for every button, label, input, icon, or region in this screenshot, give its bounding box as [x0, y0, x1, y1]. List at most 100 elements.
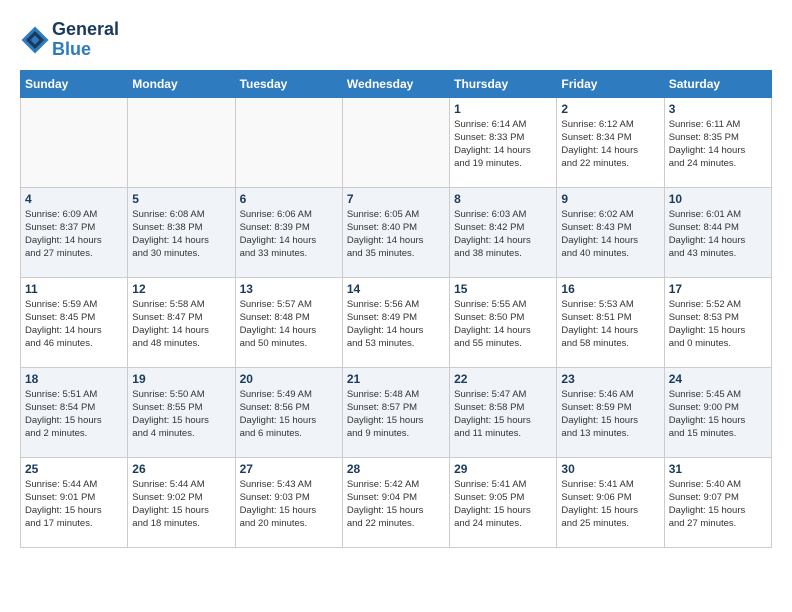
calendar-cell: 25Sunrise: 5:44 AM Sunset: 9:01 PM Dayli…: [21, 457, 128, 547]
day-number: 27: [240, 462, 338, 476]
day-info: Sunrise: 5:47 AM Sunset: 8:58 PM Dayligh…: [454, 388, 552, 441]
calendar-page: General Blue SundayMondayTuesdayWednesda…: [0, 0, 792, 558]
day-number: 9: [561, 192, 659, 206]
day-number: 23: [561, 372, 659, 386]
weekday-header-monday: Monday: [128, 70, 235, 97]
calendar-cell: [128, 97, 235, 187]
calendar-cell: 6 Sunrise: 6:06 AM Sunset: 8:39 PM Daylig…: [235, 187, 342, 277]
day-info: Sunrise: 5:52 AM Sunset: 8:53 PM Dayligh…: [669, 298, 767, 351]
weekday-header-saturday: Saturday: [664, 70, 771, 97]
week-row-2: 4Sunrise: 6:09 AM Sunset: 8:37 PM Daylig…: [21, 187, 772, 277]
day-info: Sunrise: 5:55 AM Sunset: 8:50 PM Dayligh…: [454, 298, 552, 351]
day-number: 21: [347, 372, 445, 386]
day-number: 16: [561, 282, 659, 296]
day-number: 28: [347, 462, 445, 476]
calendar-cell: 12 Sunrise: 5:58 AM Sunset: 8:47 PM Dayli…: [128, 277, 235, 367]
calendar-cell: 29Sunrise: 5:41 AM Sunset: 9:05 PM Dayli…: [450, 457, 557, 547]
day-number: 18: [25, 372, 123, 386]
day-info: Sunrise: 5:43 AM Sunset: 9:03 PM Dayligh…: [240, 478, 338, 531]
calendar-cell: 8Sunrise: 6:03 AM Sunset: 8:42 PM Daylig…: [450, 187, 557, 277]
day-number: 4: [25, 192, 123, 206]
calendar-cell: 4Sunrise: 6:09 AM Sunset: 8:37 PM Daylig…: [21, 187, 128, 277]
calendar-cell: 14Sunrise: 5:56 AM Sunset: 8:49 PM Dayli…: [342, 277, 449, 367]
calendar-cell: 24 Sunrise: 5:45 AM Sunset: 9:00 PM Dayli…: [664, 367, 771, 457]
day-info: Sunrise: 5:41 AM Sunset: 9:06 PM Dayligh…: [561, 478, 659, 531]
day-info: Sunrise: 5:42 AM Sunset: 9:04 PM Dayligh…: [347, 478, 445, 531]
day-info: Sunrise: 6:08 AM Sunset: 8:38 PM Dayligh…: [132, 208, 230, 261]
logo: General Blue: [20, 20, 119, 60]
day-info: Sunrise: 6:06 AM Sunset: 8:39 PM Dayligh…: [240, 208, 338, 261]
day-number: 31: [669, 462, 767, 476]
day-info: Sunrise: 6:11 AM Sunset: 8:35 PM Dayligh…: [669, 118, 767, 171]
day-number: 20: [240, 372, 338, 386]
calendar-cell: 15Sunrise: 5:55 AM Sunset: 8:50 PM Dayli…: [450, 277, 557, 367]
calendar-cell: 2 Sunrise: 6:12 AM Sunset: 8:34 PM Daylig…: [557, 97, 664, 187]
day-info: Sunrise: 5:58 AM Sunset: 8:47 PM Dayligh…: [132, 298, 230, 351]
calendar-header: SundayMondayTuesdayWednesdayThursdayFrid…: [21, 70, 772, 97]
weekday-header-friday: Friday: [557, 70, 664, 97]
day-number: 3: [669, 102, 767, 116]
calendar-cell: [235, 97, 342, 187]
day-number: 7: [347, 192, 445, 206]
calendar-cell: [21, 97, 128, 187]
week-row-4: 18 Sunrise: 5:51 AM Sunset: 8:54 PM Dayli…: [21, 367, 772, 457]
day-info: Sunrise: 5:50 AM Sunset: 8:55 PM Dayligh…: [132, 388, 230, 441]
calendar-cell: 3 Sunrise: 6:11 AM Sunset: 8:35 PM Daylig…: [664, 97, 771, 187]
calendar-cell: 10 Sunrise: 6:01 AM Sunset: 8:44 PM Dayli…: [664, 187, 771, 277]
day-number: 30: [561, 462, 659, 476]
calendar-cell: 30 Sunrise: 5:41 AM Sunset: 9:06 PM Dayli…: [557, 457, 664, 547]
day-info: Sunrise: 5:40 AM Sunset: 9:07 PM Dayligh…: [669, 478, 767, 531]
logo-text: General Blue: [52, 20, 119, 60]
day-number: 12: [132, 282, 230, 296]
calendar-cell: 9Sunrise: 6:02 AM Sunset: 8:43 PM Daylig…: [557, 187, 664, 277]
day-info: Sunrise: 5:46 AM Sunset: 8:59 PM Dayligh…: [561, 388, 659, 441]
day-number: 17: [669, 282, 767, 296]
calendar-cell: 27 Sunrise: 5:43 AM Sunset: 9:03 PM Dayli…: [235, 457, 342, 547]
day-info: Sunrise: 5:48 AM Sunset: 8:57 PM Dayligh…: [347, 388, 445, 441]
calendar-cell: 11 Sunrise: 5:59 AM Sunset: 8:45 PM Dayli…: [21, 277, 128, 367]
calendar-cell: 7 Sunrise: 6:05 AM Sunset: 8:40 PM Daylig…: [342, 187, 449, 277]
logo-icon: [20, 25, 50, 55]
calendar-cell: 5 Sunrise: 6:08 AM Sunset: 8:38 PM Daylig…: [128, 187, 235, 277]
calendar-cell: 28 Sunrise: 5:42 AM Sunset: 9:04 PM Dayli…: [342, 457, 449, 547]
day-number: 13: [240, 282, 338, 296]
day-info: Sunrise: 5:59 AM Sunset: 8:45 PM Dayligh…: [25, 298, 123, 351]
weekday-header-sunday: Sunday: [21, 70, 128, 97]
day-info: Sunrise: 6:05 AM Sunset: 8:40 PM Dayligh…: [347, 208, 445, 261]
weekday-row: SundayMondayTuesdayWednesdayThursdayFrid…: [21, 70, 772, 97]
day-number: 22: [454, 372, 552, 386]
weekday-header-wednesday: Wednesday: [342, 70, 449, 97]
day-number: 29: [454, 462, 552, 476]
day-info: Sunrise: 5:51 AM Sunset: 8:54 PM Dayligh…: [25, 388, 123, 441]
calendar-cell: 31 Sunrise: 5:40 AM Sunset: 9:07 PM Dayli…: [664, 457, 771, 547]
day-number: 25: [25, 462, 123, 476]
weekday-header-thursday: Thursday: [450, 70, 557, 97]
calendar-cell: 17 Sunrise: 5:52 AM Sunset: 8:53 PM Dayli…: [664, 277, 771, 367]
week-row-3: 11 Sunrise: 5:59 AM Sunset: 8:45 PM Dayli…: [21, 277, 772, 367]
calendar-cell: 18 Sunrise: 5:51 AM Sunset: 8:54 PM Dayli…: [21, 367, 128, 457]
calendar-cell: [342, 97, 449, 187]
day-number: 1: [454, 102, 552, 116]
page-header: General Blue: [20, 20, 772, 60]
day-number: 10: [669, 192, 767, 206]
day-number: 2: [561, 102, 659, 116]
day-info: Sunrise: 6:03 AM Sunset: 8:42 PM Dayligh…: [454, 208, 552, 261]
calendar-table: SundayMondayTuesdayWednesdayThursdayFrid…: [20, 70, 772, 548]
calendar-cell: 22 Sunrise: 5:47 AM Sunset: 8:58 PM Dayli…: [450, 367, 557, 457]
calendar-cell: 19Sunrise: 5:50 AM Sunset: 8:55 PM Dayli…: [128, 367, 235, 457]
day-info: Sunrise: 6:12 AM Sunset: 8:34 PM Dayligh…: [561, 118, 659, 171]
calendar-cell: 1Sunrise: 6:14 AM Sunset: 8:33 PM Daylig…: [450, 97, 557, 187]
day-number: 6: [240, 192, 338, 206]
day-info: Sunrise: 6:01 AM Sunset: 8:44 PM Dayligh…: [669, 208, 767, 261]
calendar-body: 1Sunrise: 6:14 AM Sunset: 8:33 PM Daylig…: [21, 97, 772, 547]
day-info: Sunrise: 5:44 AM Sunset: 9:02 PM Dayligh…: [132, 478, 230, 531]
day-number: 11: [25, 282, 123, 296]
calendar-cell: 21 Sunrise: 5:48 AM Sunset: 8:57 PM Dayli…: [342, 367, 449, 457]
day-number: 5: [132, 192, 230, 206]
calendar-cell: 13Sunrise: 5:57 AM Sunset: 8:48 PM Dayli…: [235, 277, 342, 367]
week-row-1: 1Sunrise: 6:14 AM Sunset: 8:33 PM Daylig…: [21, 97, 772, 187]
day-number: 24: [669, 372, 767, 386]
day-info: Sunrise: 5:45 AM Sunset: 9:00 PM Dayligh…: [669, 388, 767, 441]
week-row-5: 25Sunrise: 5:44 AM Sunset: 9:01 PM Dayli…: [21, 457, 772, 547]
day-number: 26: [132, 462, 230, 476]
